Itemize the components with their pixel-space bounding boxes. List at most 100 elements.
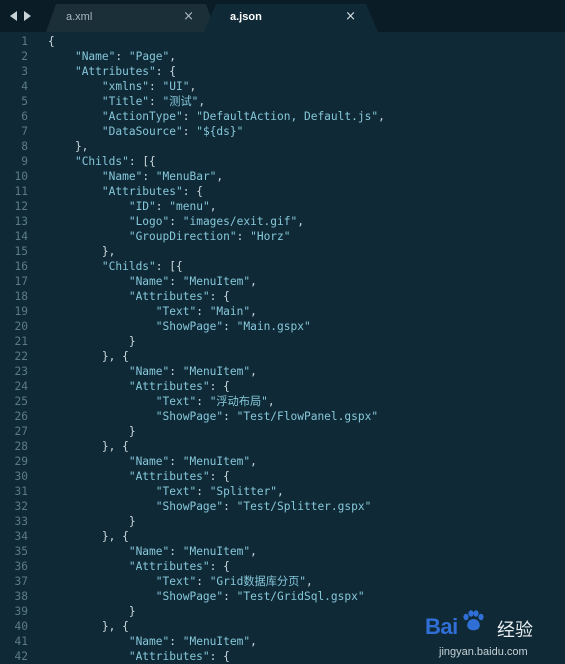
tab-bar: a.xml × a.json × (0, 0, 565, 32)
code-line[interactable]: 15 }, (0, 244, 565, 259)
string-token: "MenuBar" (155, 170, 217, 183)
code-line[interactable]: 32 "ShowPage": "Test/Splitter.gspx" (0, 499, 565, 514)
line-number: 23 (14, 365, 28, 378)
line-number: 40 (14, 620, 28, 633)
code-line[interactable]: 26 "ShowPage": "Test/FlowPanel.gspx" (0, 409, 565, 424)
code-line[interactable]: 21 } (0, 334, 565, 349)
code-line[interactable]: 6 "ActionType": "DefaultAction, Default.… (0, 109, 565, 124)
punctuation-token: } (48, 425, 136, 438)
line-number: 15 (14, 245, 28, 258)
code-line[interactable]: 33 } (0, 514, 565, 529)
punctuation-token: : { (209, 560, 230, 573)
close-icon[interactable]: × (183, 10, 194, 23)
punctuation-token: , (250, 365, 257, 378)
code-line[interactable]: 28 }, { (0, 439, 565, 454)
code-line[interactable]: 1{ (0, 34, 565, 49)
code-line[interactable]: 24 "Attributes": { (0, 379, 565, 394)
string-token: "MenuItem" (182, 635, 251, 648)
string-token: "Name" (128, 545, 170, 558)
punctuation-token (48, 380, 129, 393)
line-number: 16 (14, 260, 28, 273)
punctuation-token: : (169, 215, 183, 228)
string-token: "Childs" (74, 155, 129, 168)
code-line[interactable]: 35 "Name": "MenuItem", (0, 544, 565, 559)
code-line[interactable]: 30 "Attributes": { (0, 469, 565, 484)
line-content: }, (48, 244, 115, 259)
code-line[interactable]: 23 "Name": "MenuItem", (0, 364, 565, 379)
code-line[interactable]: 37 "Text": "Grid数据库分页", (0, 574, 565, 589)
string-token: "Childs" (101, 260, 156, 273)
string-token: "Test/GridSql.gspx" (236, 590, 365, 603)
tab-a-json[interactable]: a.json × (204, 4, 378, 32)
punctuation-token (48, 275, 129, 288)
string-token: "Text" (155, 395, 197, 408)
line-number: 26 (14, 410, 28, 423)
triangle-right-icon[interactable] (24, 11, 31, 21)
string-token: "Attributes" (128, 470, 210, 483)
punctuation-token: : (115, 50, 129, 63)
string-token: "测试" (162, 95, 199, 108)
line-content: "Text": "Grid数据库分页", (48, 574, 313, 589)
punctuation-token: : (196, 485, 210, 498)
code-line[interactable]: 27 } (0, 424, 565, 439)
code-line[interactable]: 36 "Attributes": { (0, 559, 565, 574)
punctuation-token (48, 650, 129, 663)
code-line[interactable]: 10 "Name": "MenuBar", (0, 169, 565, 184)
punctuation-token: : (149, 95, 163, 108)
code-line[interactable]: 38 "ShowPage": "Test/GridSql.gspx" (0, 589, 565, 604)
code-line[interactable]: 17 "Name": "MenuItem", (0, 274, 565, 289)
string-token: "Text" (155, 575, 197, 588)
line-content: "Attributes": { (48, 289, 230, 304)
line-number: 34 (14, 530, 28, 543)
code-line[interactable]: 22 }, { (0, 349, 565, 364)
tab-a-xml[interactable]: a.xml × (46, 4, 216, 32)
code-line[interactable]: 5 "Title": "测试", (0, 94, 565, 109)
line-content: "Attributes": { (48, 64, 176, 79)
code-line[interactable]: 7 "DataSource": "${ds}" (0, 124, 565, 139)
code-line[interactable]: 9 "Childs": [{ (0, 154, 565, 169)
code-line[interactable]: 4 "xmlns": "UI", (0, 79, 565, 94)
code-line[interactable]: 2 "Name": "Page", (0, 49, 565, 64)
punctuation-token (48, 455, 129, 468)
code-line[interactable]: 14 "GroupDirection": "Horz" (0, 229, 565, 244)
code-line[interactable]: 34 }, { (0, 529, 565, 544)
string-token: "Name" (128, 635, 170, 648)
punctuation-token (48, 260, 102, 273)
line-number: 7 (21, 125, 28, 138)
code-line[interactable]: 18 "Attributes": { (0, 289, 565, 304)
punctuation-token (48, 95, 102, 108)
code-line[interactable]: 3 "Attributes": { (0, 64, 565, 79)
line-content: "ShowPage": "Test/FlowPanel.gspx" (48, 409, 378, 424)
punctuation-token: : (142, 170, 156, 183)
string-token: "Splitter" (209, 485, 278, 498)
string-token: "Test/FlowPanel.gspx" (236, 410, 379, 423)
code-line[interactable]: 11 "Attributes": { (0, 184, 565, 199)
code-line[interactable]: 8 }, (0, 139, 565, 154)
code-line[interactable]: 13 "Logo": "images/exit.gif", (0, 214, 565, 229)
code-editor[interactable]: 1{2 "Name": "Page", 3 "Attributes": {4 "x… (0, 32, 565, 664)
code-line[interactable]: 31 "Text": "Splitter", (0, 484, 565, 499)
close-icon[interactable]: × (345, 10, 356, 23)
punctuation-token: , (198, 95, 206, 108)
punctuation-token (48, 215, 129, 228)
punctuation-token (48, 290, 129, 303)
code-line[interactable]: 20 "ShowPage": "Main.gspx" (0, 319, 565, 334)
string-token: "ID" (128, 200, 156, 213)
string-token: "Page" (128, 50, 170, 63)
code-line[interactable]: 12 "ID": "menu", (0, 199, 565, 214)
code-line[interactable]: 25 "Text": "浮动布局", (0, 394, 565, 409)
string-token: "Logo" (128, 215, 170, 228)
punctuation-token: , (250, 305, 257, 318)
line-number: 37 (14, 575, 28, 588)
punctuation-token (48, 50, 75, 63)
line-content: }, { (48, 619, 129, 634)
line-content: "ActionType": "DefaultAction, Default.js… (48, 109, 385, 124)
line-number: 42 (14, 650, 28, 663)
code-line[interactable]: 16 "Childs": [{ (0, 259, 565, 274)
line-number: 21 (14, 335, 28, 348)
code-line[interactable]: 19 "Text": "Main", (0, 304, 565, 319)
punctuation-token: , (209, 200, 217, 213)
triangle-left-icon[interactable] (10, 11, 17, 21)
watermark-logo: Bai (425, 614, 458, 639)
code-line[interactable]: 29 "Name": "MenuItem", (0, 454, 565, 469)
